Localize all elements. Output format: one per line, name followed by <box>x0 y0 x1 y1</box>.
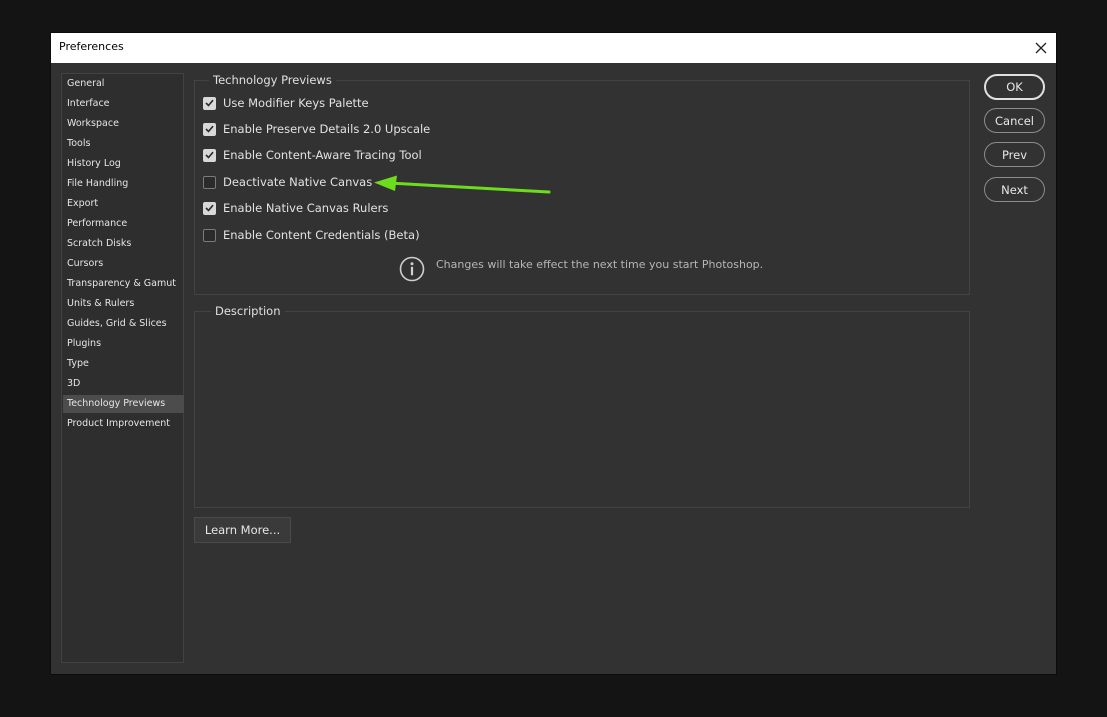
info-icon <box>399 256 425 282</box>
close-icon <box>1035 42 1047 54</box>
sidebar-item-3d[interactable]: 3D <box>63 375 184 393</box>
option-label: Enable Content-Aware Tracing Tool <box>223 148 422 162</box>
checkbox[interactable] <box>203 228 216 242</box>
sidebar-item-transparency-gamut[interactable]: Transparency & Gamut <box>63 275 184 293</box>
checkbox[interactable] <box>203 201 216 215</box>
sidebar-item-guides-grid-slices[interactable]: Guides, Grid & Slices <box>63 315 184 333</box>
cancel-button[interactable]: Cancel <box>984 108 1045 133</box>
sidebar-item-cursors[interactable]: Cursors <box>63 255 184 273</box>
sidebar-item-general[interactable]: General <box>63 75 184 93</box>
sidebar-item-plugins[interactable]: Plugins <box>63 335 184 353</box>
restart-notice-text: Changes will take effect the next time y… <box>436 257 764 271</box>
option-use-modifier-keys-palette[interactable]: Use Modifier Keys Palette <box>203 95 369 111</box>
prev-button[interactable]: Prev <box>984 142 1045 167</box>
preferences-sidebar: General Interface Workspace Tools Histor… <box>61 73 184 663</box>
sidebar-item-product-improvement[interactable]: Product Improvement <box>63 415 184 433</box>
checkmark-icon <box>205 125 214 133</box>
sidebar-item-units-rulers[interactable]: Units & Rulers <box>63 295 184 313</box>
description-group <box>194 311 970 508</box>
checkmark-icon <box>205 204 214 212</box>
preferences-dialog: Preferences General Interface Workspace … <box>51 33 1056 674</box>
sidebar-item-export[interactable]: Export <box>63 195 184 213</box>
option-enable-content-aware-tracing-tool[interactable]: Enable Content-Aware Tracing Tool <box>203 147 422 163</box>
option-label: Enable Native Canvas Rulers <box>223 201 389 215</box>
annotation-arrow-icon <box>374 175 551 194</box>
checkbox[interactable] <box>203 175 216 189</box>
checkbox[interactable] <box>203 148 216 162</box>
sidebar-item-history-log[interactable]: History Log <box>63 155 184 173</box>
restart-notice: Changes will take effect the next time y… <box>399 256 763 282</box>
description-group-label: Description <box>211 304 285 318</box>
option-enable-native-canvas-rulers[interactable]: Enable Native Canvas Rulers <box>203 200 388 216</box>
checkbox[interactable] <box>203 96 216 110</box>
learn-more-button[interactable]: Learn More... <box>194 517 291 543</box>
option-label: Enable Preserve Details 2.0 Upscale <box>223 122 431 136</box>
option-label: Enable Content Credentials (Beta) <box>223 228 420 242</box>
sidebar-item-performance[interactable]: Performance <box>63 215 184 233</box>
checkmark-icon <box>205 151 214 159</box>
sidebar-item-file-handling[interactable]: File Handling <box>63 175 184 193</box>
option-enable-content-credentials[interactable]: Enable Content Credentials (Beta) <box>203 227 420 243</box>
checkmark-icon <box>205 99 214 107</box>
option-deactivate-native-canvas[interactable]: Deactivate Native Canvas <box>203 174 372 190</box>
option-label: Deactivate Native Canvas <box>223 175 373 189</box>
sidebar-item-scratch-disks[interactable]: Scratch Disks <box>63 235 184 253</box>
sidebar-item-workspace[interactable]: Workspace <box>63 115 184 133</box>
sidebar-item-type[interactable]: Type <box>63 355 184 373</box>
sidebar-item-technology-previews[interactable]: Technology Previews <box>63 395 184 413</box>
sidebar-item-tools[interactable]: Tools <box>63 135 184 153</box>
next-button[interactable]: Next <box>984 177 1045 202</box>
option-enable-preserve-details-upscale[interactable]: Enable Preserve Details 2.0 Upscale <box>203 121 430 137</box>
option-label: Use Modifier Keys Palette <box>223 96 369 110</box>
title-bar: Preferences <box>51 33 1056 63</box>
sidebar-item-interface[interactable]: Interface <box>63 95 184 113</box>
close-button[interactable] <box>1026 33 1056 63</box>
technology-previews-group-label: Technology Previews <box>209 73 336 87</box>
checkbox[interactable] <box>203 122 216 136</box>
window-title: Preferences <box>59 40 124 53</box>
ok-button[interactable]: OK <box>984 74 1045 100</box>
